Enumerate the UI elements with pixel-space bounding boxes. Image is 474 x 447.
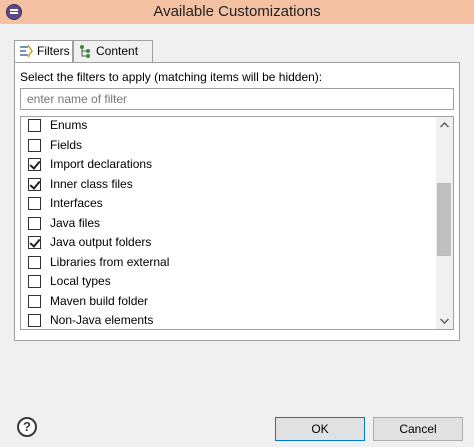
checkbox[interactable]	[28, 275, 41, 288]
checkbox[interactable]	[28, 256, 41, 269]
tab-filters-label: Filters	[37, 44, 70, 58]
scroll-up-button[interactable]	[436, 117, 453, 133]
filter-instructions: Select the filters to apply (matching it…	[20, 70, 323, 84]
item-label: Inner class files	[50, 177, 133, 191]
checkbox[interactable]	[28, 314, 41, 327]
item-label: Java files	[50, 216, 101, 230]
checkbox[interactable]	[28, 119, 41, 132]
chevron-down-icon	[440, 318, 449, 324]
checkbox[interactable]	[28, 139, 41, 152]
item-label: Non-Java elements	[50, 313, 154, 327]
item-label: Java output folders	[50, 235, 152, 249]
ok-button[interactable]: OK	[275, 417, 365, 441]
checkbox[interactable]	[28, 178, 41, 191]
help-button[interactable]: ?	[17, 417, 37, 437]
scroll-thumb[interactable]	[437, 183, 451, 256]
title-bar: Available Customizations	[0, 0, 474, 24]
tab-filters[interactable]: Filters	[14, 40, 73, 63]
checkbox[interactable]	[28, 217, 41, 230]
checkbox[interactable]	[28, 236, 41, 249]
tab-content[interactable]: Content	[73, 40, 153, 62]
filter-list: Enums Fields Import declarations Inner c…	[20, 116, 454, 330]
item-label: Local types	[50, 274, 111, 288]
item-label: Fields	[50, 138, 83, 152]
content-tree-icon	[80, 45, 90, 58]
filter-search-input[interactable]	[20, 88, 454, 110]
checkbox[interactable]	[28, 158, 41, 171]
filters-icon	[20, 44, 33, 58]
item-label: Interfaces	[50, 196, 103, 210]
tab-content-label: Content	[96, 44, 139, 58]
checkbox[interactable]	[28, 197, 41, 210]
window-title: Available Customizations	[153, 3, 321, 20]
item-label: Enums	[50, 118, 88, 132]
checkbox[interactable]	[28, 295, 41, 308]
scroll-down-button[interactable]	[436, 313, 453, 329]
vertical-scrollbar[interactable]	[436, 117, 453, 329]
chevron-up-icon	[440, 122, 449, 128]
item-label: Libraries from external	[50, 255, 170, 269]
item-label: Maven build folder	[50, 294, 149, 308]
cancel-button[interactable]: Cancel	[373, 417, 463, 441]
item-label: Import declarations	[50, 157, 153, 171]
